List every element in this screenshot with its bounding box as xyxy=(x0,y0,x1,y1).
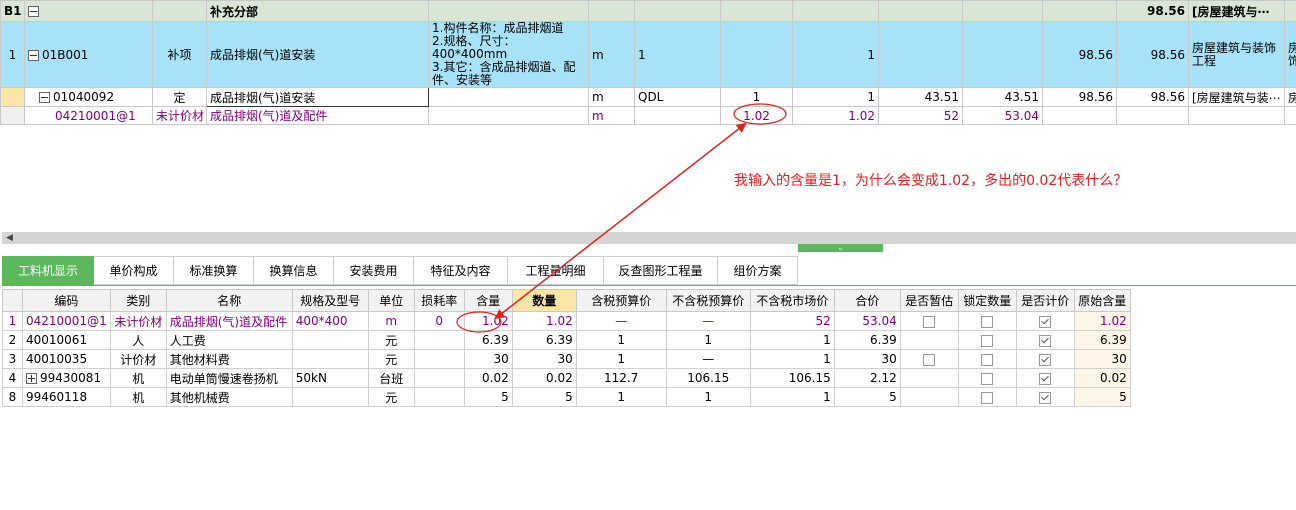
tab-conv-info[interactable]: 换算信息 xyxy=(254,256,334,285)
tab-resource[interactable]: 工料机显示 xyxy=(2,256,94,285)
horizontal-scrollbar[interactable]: ◀ xyxy=(2,232,1296,244)
lock-qty-checkbox[interactable] xyxy=(981,315,994,328)
chevron-down-icon: ⌄ xyxy=(837,243,844,252)
table-row[interactable]: 2 40010061 人人工费元 6.39 6.39 1 1 1 6.39 6.39 xyxy=(2,330,1131,350)
tab-pricing-plan[interactable]: 组价方案 xyxy=(718,256,798,285)
priced-checkbox[interactable] xyxy=(1039,315,1052,328)
tab-features[interactable]: 特征及内容 xyxy=(414,256,508,285)
tab-underline xyxy=(2,285,1296,286)
annotation-text: 我输入的含量是1，为什么会变成1.02，多出的0.02代表什么？ xyxy=(734,173,1128,189)
priced-checkbox[interactable] xyxy=(1039,334,1052,347)
table-row[interactable]: 4 99430081 机电动单筒慢速卷扬机 50kN 台班 0.02 0.02 112.7 10… xyxy=(2,368,1131,388)
grid-header: 编码 类别 名称 规格及型号 单位 损耗率 含量 数量 含税预算价 不含税预算价… xyxy=(2,289,1131,312)
priced-checkbox[interactable] xyxy=(1039,353,1052,366)
table-row[interactable]: 04210001@1 未计价材 成品排烟(气)道及配件 m 1.02 1.02 … xyxy=(0,106,1296,125)
top-grid: B1 补充分部 98.56 [房屋建筑与⋯ 1 01B001 补项 成品排烟(气… xyxy=(0,0,1296,125)
scroll-left-icon[interactable]: ◀ xyxy=(6,233,13,243)
collapse-icon[interactable] xyxy=(28,49,39,61)
panel-splitter[interactable]: ⌄ xyxy=(798,244,883,252)
collapse-icon[interactable] xyxy=(28,6,39,17)
row-label: B1 xyxy=(0,0,25,22)
table-row[interactable]: 1 01B001 补项 成品排烟(气)道安装 1.构件名称：成品排烟道 2.规格… xyxy=(0,21,1296,88)
section-name: 补充分部 xyxy=(206,0,429,22)
lock-qty-checkbox[interactable] xyxy=(981,372,994,385)
tab-standard-conv[interactable]: 标准换算 xyxy=(174,256,254,285)
name-edit-cell[interactable]: 成品排烟(气)道安装 xyxy=(206,87,429,107)
tab-quantity-detail[interactable]: 工程量明细 xyxy=(508,256,604,285)
collapse-icon[interactable] xyxy=(39,92,50,103)
section-row[interactable]: B1 补充分部 98.56 [房屋建筑与⋯ xyxy=(0,0,1296,22)
section-major: [房屋建筑与⋯ xyxy=(1188,0,1285,22)
item-features[interactable]: 1.构件名称：成品排烟道 2.规格、尺寸：400*400mm 3.其它：含成品排… xyxy=(428,21,589,88)
expand-icon[interactable] xyxy=(26,373,37,384)
lock-qty-checkbox[interactable] xyxy=(981,334,994,347)
resource-grid: 编码 类别 名称 规格及型号 单位 损耗率 含量 数量 含税预算价 不含税预算价… xyxy=(2,289,1131,407)
table-row[interactable]: 1 04210001@1 未计价材 成品排烟(气)道及配件 400*400 m 0 1.02 1… xyxy=(2,311,1131,331)
tab-install-fee[interactable]: 安装费用 xyxy=(334,256,414,285)
table-row[interactable]: 8 99460118 机其他机械费元 5 5 1 1 1 5 5 xyxy=(2,387,1131,407)
tab-graphic-quantity[interactable]: 反查图形工程量 xyxy=(604,256,718,285)
content-cell[interactable]: 1.02 xyxy=(720,106,793,125)
lock-qty-checkbox[interactable] xyxy=(981,353,994,366)
lock-qty-checkbox[interactable] xyxy=(981,391,994,404)
tab-bar: 工料机显示 单价构成 标准换算 换算信息 安装费用 特征及内容 工程量明细 反查… xyxy=(2,256,798,286)
estimate-checkbox[interactable] xyxy=(923,315,936,328)
priced-checkbox[interactable] xyxy=(1039,372,1052,385)
priced-checkbox[interactable] xyxy=(1039,391,1052,404)
estimate-checkbox[interactable] xyxy=(923,353,936,366)
table-row[interactable]: 3 40010035 计价材 其他材料费元 30 30 1—1 30 30 xyxy=(2,349,1131,369)
tab-unit-price[interactable]: 单价构成 xyxy=(94,256,174,285)
section-total: 98.56 xyxy=(1116,0,1189,22)
table-row[interactable]: 01040092 定 成品排烟(气)道安装 m QDL 1 1 43.51 43… xyxy=(0,87,1296,107)
